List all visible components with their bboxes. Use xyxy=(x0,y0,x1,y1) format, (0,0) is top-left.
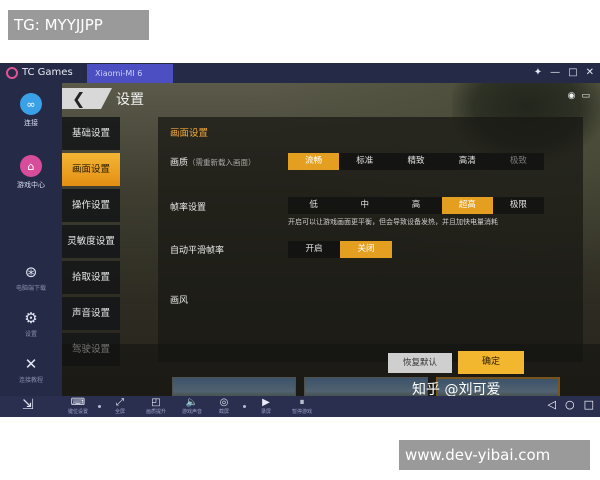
gear-icon: ⚙ xyxy=(24,309,38,327)
sidebar-item-label: 连接教程 xyxy=(18,377,43,384)
speaker-icon: 🔈 xyxy=(185,397,199,408)
fps-note: 开启可以让游戏画面更平衡，但会导致设备发热，并且加快电量消耗 xyxy=(288,218,498,226)
sidebar-item-label: 电脑端下载 xyxy=(15,285,46,292)
maximize-icon[interactable]: □ xyxy=(568,66,577,79)
fps-selector: 低 中 高 超高 极限 xyxy=(288,197,544,214)
home-icon[interactable]: ○ xyxy=(565,398,575,411)
smooth-fps-label: 自动平滑帧率 xyxy=(170,246,225,256)
camera-icon: ◎ xyxy=(219,397,229,408)
pin-icon[interactable]: ✦ xyxy=(534,66,542,79)
device-tab[interactable]: Xiaomi-MI 6 xyxy=(87,64,173,83)
separator-dot xyxy=(243,405,246,408)
toolbar-label: 画质提升 xyxy=(145,409,166,415)
app-logo-icon xyxy=(6,67,18,79)
tools-icon: ✕ xyxy=(24,355,38,373)
smooth-fps-toggle: 开启 关闭 xyxy=(288,241,392,258)
wifi-icon: ◉ xyxy=(567,91,576,101)
fps-option[interactable]: 极限 xyxy=(493,197,544,214)
record-button[interactable]: ▶ 录屏 xyxy=(252,397,280,416)
screenshot-page: TG: MYYJJPP TC Games Xiaomi-MI 6 ✦ — □ ✕… xyxy=(0,0,600,480)
system-status: ◉ ▭ xyxy=(568,91,590,101)
quality-label-text: 画质 xyxy=(170,158,189,168)
close-icon[interactable]: ✕ xyxy=(586,66,594,79)
home-icon: ⌂ xyxy=(20,155,42,177)
toolbar-label: 键位设置 xyxy=(67,409,88,415)
fps-option[interactable]: 超高 xyxy=(441,197,493,214)
quality-selector: 流畅 标准 精致 高清 极致 xyxy=(288,153,544,170)
separator-dot xyxy=(98,405,101,408)
sidebar-item-label: 游戏中心 xyxy=(17,181,45,189)
tab-sound[interactable]: 声音设置 xyxy=(62,297,120,330)
sound-button[interactable]: 🔈 游戏声音 xyxy=(178,397,206,416)
quality-option[interactable]: 高清 xyxy=(442,153,493,170)
tab-pickup[interactable]: 拾取设置 xyxy=(62,261,120,294)
fps-option[interactable]: 高 xyxy=(390,197,441,214)
fullscreen-icon: ⤢ xyxy=(116,397,124,408)
toolbar-label: 全屏 xyxy=(114,409,125,415)
fullscreen-button[interactable]: ⤢ 全屏 xyxy=(106,397,134,416)
app-name: TC Games xyxy=(22,67,73,78)
reset-default-button[interactable]: 恢复默认 xyxy=(388,353,452,373)
battery-icon: ▭ xyxy=(581,91,590,101)
fps-label: 帧率设置 xyxy=(170,203,207,213)
back-button[interactable]: ❮ xyxy=(62,88,112,109)
android-nav: ◁ ○ □ xyxy=(548,398,594,411)
sidebar-item-game-center[interactable]: ⌂ 游戏中心 xyxy=(0,155,62,190)
sidebar-item-connect[interactable]: ∞ 连接 xyxy=(0,93,62,128)
bottom-toolbar: ⇲ ⌨ 键位设置 ⤢ 全屏 ◰ 画质提升 🔈 游戏声音 ◎ 截屏 ▶ 录屏 ⏸ … xyxy=(0,396,600,417)
title-bar: TC Games Xiaomi-MI 6 ✦ — □ ✕ xyxy=(0,63,600,83)
sidebar: ∞ 连接 ⌂ 游戏中心 ⊛ 电脑端下载 ⚙ 设置 ✕ 连接教程 xyxy=(0,83,62,417)
sidebar-item-download[interactable]: ⊛ 电脑端下载 xyxy=(0,263,62,292)
tc-games-window: TC Games Xiaomi-MI 6 ✦ — □ ✕ ∞ 连接 ⌂ 游戏中心… xyxy=(0,63,600,417)
toolbar-label: 录屏 xyxy=(260,409,271,415)
back-icon[interactable]: ◁ xyxy=(548,398,556,411)
tab-graphics[interactable]: 画面设置 xyxy=(62,153,120,186)
keymap-button[interactable]: ⌨ 键位设置 xyxy=(64,397,92,416)
fps-option[interactable]: 中 xyxy=(339,197,390,214)
quality-option[interactable]: 精致 xyxy=(390,153,441,170)
section-title: 画面设置 xyxy=(170,128,209,139)
collapse-icon[interactable]: ⇲ xyxy=(22,397,34,413)
pause-button[interactable]: ⏸ 暂停游戏 xyxy=(288,397,316,416)
recents-icon[interactable]: □ xyxy=(584,398,594,411)
window-controls: ✦ — □ ✕ xyxy=(534,66,594,79)
fps-option[interactable]: 低 xyxy=(288,197,339,214)
download-icon: ⊛ xyxy=(24,263,38,281)
watermark-bottom: www.dev-yibai.com xyxy=(399,440,590,470)
pause-icon: ⏸ xyxy=(299,397,305,408)
graphics-settings-panel: 画面设置 画质（需重新载入画面） 流畅 标准 精致 高清 极致 帧率设置 低 中… xyxy=(158,117,583,362)
quality-label: 画质（需重新载入画面） xyxy=(170,155,256,168)
tab-sensitivity[interactable]: 灵敏度设置 xyxy=(62,225,120,258)
sidebar-item-tools[interactable]: ✕ 连接教程 xyxy=(0,355,62,384)
sidebar-item-settings[interactable]: ⚙ 设置 xyxy=(0,309,62,338)
minimize-icon[interactable]: — xyxy=(550,66,560,79)
link-icon: ∞ xyxy=(20,93,42,115)
smooth-fps-option-on[interactable]: 开启 xyxy=(288,241,340,258)
tab-basic[interactable]: 基础设置 xyxy=(62,117,120,150)
watermark-top: TG: MYYJJPP xyxy=(8,10,149,40)
game-header: ❮ 设置 ◉ ▭ xyxy=(62,83,600,109)
page-title: 设置 xyxy=(116,92,144,108)
tab-controls[interactable]: 操作设置 xyxy=(62,189,120,222)
confirm-button[interactable]: 确定 xyxy=(458,351,524,374)
toolbar-label: 暂停游戏 xyxy=(291,409,312,415)
quality-icon: ◰ xyxy=(151,397,161,408)
quality-hint: （需重新载入画面） xyxy=(188,158,256,167)
screenshot-button[interactable]: ◎ 截屏 xyxy=(210,397,238,416)
sidebar-item-label: 连接 xyxy=(24,119,38,127)
sidebar-item-label: 设置 xyxy=(24,331,37,338)
style-label: 画风 xyxy=(170,296,189,306)
toolbar-label: 截屏 xyxy=(218,409,229,415)
quality-option[interactable]: 流畅 xyxy=(288,153,340,170)
toolbar-label: 游戏声音 xyxy=(181,409,202,415)
quality-boost-button[interactable]: ◰ 画质提升 xyxy=(142,397,170,416)
keyboard-icon: ⌨ xyxy=(70,397,86,408)
video-icon: ▶ xyxy=(262,397,270,408)
smooth-fps-option-off[interactable]: 关闭 xyxy=(340,241,392,258)
quality-option[interactable]: 标准 xyxy=(339,153,390,170)
quality-option[interactable]: 极致 xyxy=(493,153,544,170)
